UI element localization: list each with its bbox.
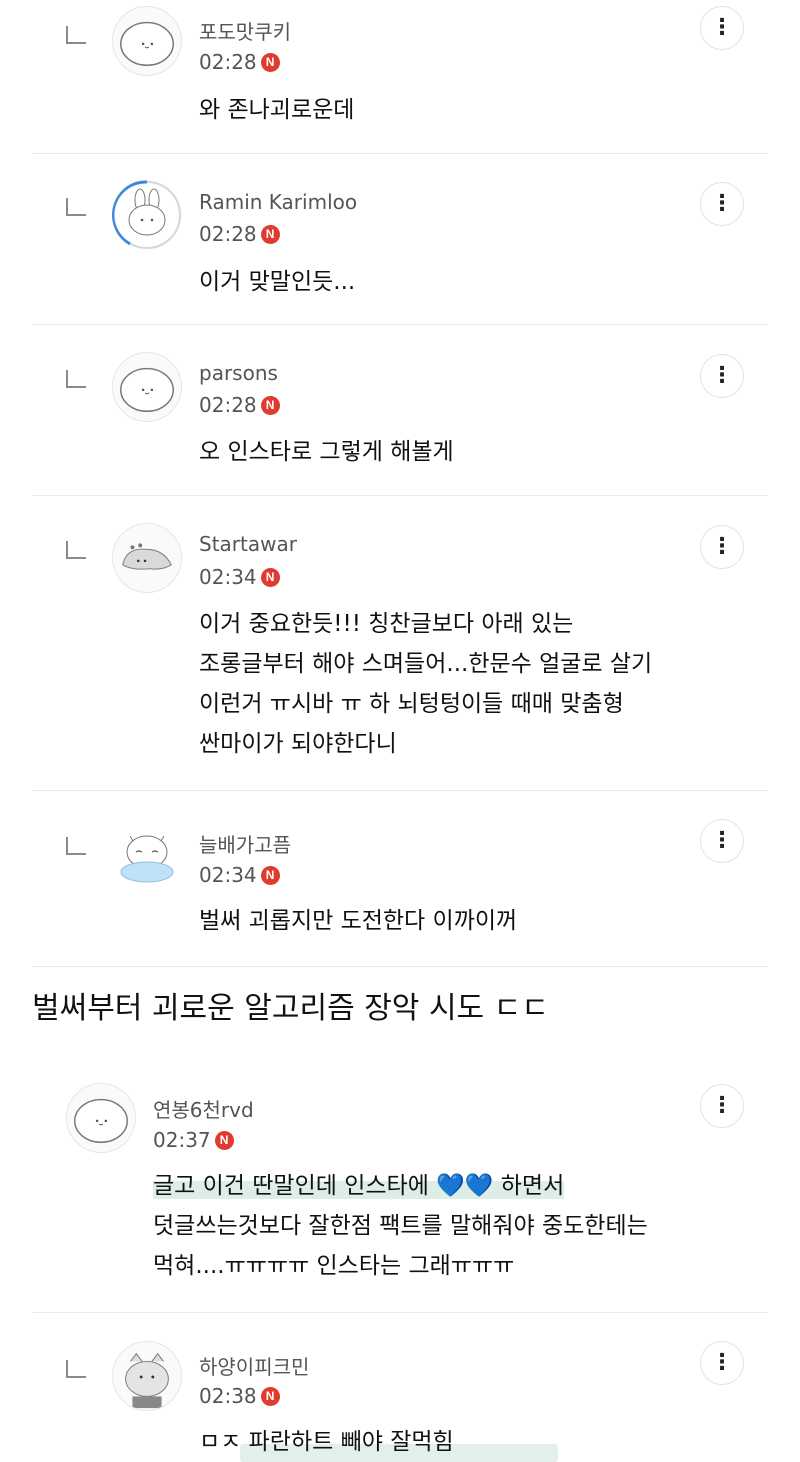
more-options-button[interactable]: ⋮	[700, 1084, 744, 1128]
more-options-button[interactable]: ⋮	[700, 525, 744, 569]
avatar-blob-icon	[74, 1098, 128, 1144]
more-options-button[interactable]: ⋮	[700, 182, 744, 226]
new-badge-icon: N	[260, 865, 280, 885]
reply-indicator-icon	[66, 26, 86, 44]
comment-author[interactable]: 하양이피크민	[199, 1351, 309, 1380]
avatar-dino-icon	[122, 543, 172, 570]
comment-body: 와 존나괴로운데	[199, 90, 354, 130]
comment-time: 02:34 N	[199, 863, 280, 887]
comment-time: 02:28 N	[199, 50, 280, 74]
avatar-cat-icon	[125, 1352, 169, 1409]
comment-line: 먹혀....ㅠㅠㅠㅠ 인스타는 그래ㅠㅠㅠ	[153, 1253, 515, 1279]
more-vert-icon: ⋮	[711, 191, 733, 216]
new-badge-icon: N	[260, 1386, 280, 1406]
divider	[32, 790, 768, 791]
new-badge-icon: N	[260, 567, 280, 587]
reply-indicator-icon	[66, 1360, 86, 1378]
comment-body: 벌써 괴롭지만 도전한다 이까이꺼	[199, 901, 517, 941]
avatar-cat-cloud-icon	[120, 835, 174, 883]
avatar-rabbit-icon	[112, 180, 181, 249]
more-vert-icon: ⋮	[711, 534, 733, 559]
comment-text: 하면서	[493, 1173, 565, 1199]
more-options-button[interactable]: ⋮	[700, 6, 744, 50]
comment-time: 02:38 N	[199, 1384, 280, 1408]
time-text: 02:28	[199, 222, 257, 246]
comment-line: 오 인스타로 그렇게 해볼게	[199, 439, 454, 465]
comment-line: 글고 이건 딴말인데 인스타에 💙💙 하면서	[153, 1166, 648, 1206]
comment-time: 02:28 N	[199, 222, 280, 246]
comment-author[interactable]: 늘배가고픔	[199, 829, 291, 858]
comment-line: 이거 맞말인듯...	[199, 269, 356, 295]
comment-line: 벌써 괴롭지만 도전한다 이까이꺼	[199, 908, 518, 934]
comment-time: 02:37 N	[153, 1128, 234, 1152]
comment-body: ㅁㅈ 파란하트 빼야 잘먹힘	[199, 1422, 454, 1462]
comment-line: 조롱글부터 해야 스며들어...한문수 얼굴로 살기	[199, 651, 653, 677]
comment-author[interactable]: 연봉6천rvd	[153, 1094, 254, 1123]
avatar[interactable]	[112, 820, 182, 890]
comment-body: 글고 이건 딴말인데 인스타에 💙💙 하면서 덧글쓰는것보다 잘한점 팩트를 말…	[153, 1166, 648, 1286]
more-options-button[interactable]: ⋮	[700, 354, 744, 398]
comment-author[interactable]: parsons	[199, 361, 278, 385]
avatar[interactable]	[112, 180, 182, 250]
avatar-blob-icon	[120, 367, 174, 413]
more-vert-icon: ⋮	[711, 828, 733, 853]
comment-body: 이거 중요한듯!!! 칭찬글보다 아래 있는 조롱글부터 해야 스며들어...한…	[199, 604, 652, 764]
blue-heart-icon: 💙💙	[436, 1173, 494, 1199]
post-caption: 벌써부터 괴로운 알고리즘 장악 시도 ㄷㄷ	[32, 991, 549, 1026]
reply-indicator-icon	[66, 370, 86, 388]
comment-line: 싼마이가 되야한다니	[199, 731, 397, 757]
time-text: 02:37	[153, 1128, 211, 1152]
comment-author[interactable]: Startawar	[199, 532, 297, 556]
avatar[interactable]	[112, 6, 182, 76]
reply-indicator-icon	[66, 198, 86, 216]
comment-line: ㅁㅈ 파란하트 빼야 잘먹힘	[199, 1429, 454, 1455]
divider	[32, 153, 768, 154]
avatar[interactable]	[112, 523, 182, 593]
divider	[32, 966, 768, 967]
time-text: 02:34	[199, 565, 257, 589]
new-badge-icon: N	[260, 224, 280, 244]
avatar-blob-icon	[120, 21, 174, 67]
new-badge-icon: N	[214, 1130, 234, 1150]
time-text: 02:28	[199, 393, 257, 417]
highlighted-text: 글고 이건 딴말인데 인스타에 💙💙 하면서	[153, 1173, 565, 1199]
more-vert-icon: ⋮	[711, 1350, 733, 1375]
comment-body: 이거 맞말인듯...	[199, 262, 355, 302]
comment-time: 02:28 N	[199, 393, 280, 417]
time-text: 02:38	[199, 1384, 257, 1408]
comment-line: 와 존나괴로운데	[199, 97, 355, 123]
more-options-button[interactable]: ⋮	[700, 819, 744, 863]
reply-indicator-icon	[66, 541, 86, 559]
comment-line: 이거 중요한듯!!! 칭찬글보다 아래 있는	[199, 611, 574, 637]
time-text: 02:28	[199, 50, 257, 74]
reply-indicator-icon	[66, 837, 86, 855]
more-vert-icon: ⋮	[711, 15, 733, 40]
comment-author[interactable]: 포도맛쿠키	[199, 16, 291, 45]
comment-line: 이런거 ㅠ시바 ㅠ 하 뇌텅텅이들 때매 맞춤형	[199, 691, 624, 717]
time-text: 02:34	[199, 863, 257, 887]
comment-time: 02:34 N	[199, 565, 280, 589]
comment-body: 오 인스타로 그렇게 해볼게	[199, 432, 454, 472]
comment-author[interactable]: Ramin Karimloo	[199, 190, 357, 214]
new-badge-icon: N	[260, 395, 280, 415]
new-badge-icon: N	[260, 52, 280, 72]
comment-line: 덧글쓰는것보다 잘한점 팩트를 말해줘야 중도한테는	[153, 1213, 648, 1239]
more-vert-icon: ⋮	[711, 1093, 733, 1118]
more-vert-icon: ⋮	[711, 363, 733, 388]
divider	[32, 324, 768, 325]
more-options-button[interactable]: ⋮	[700, 1341, 744, 1385]
avatar[interactable]	[112, 1341, 182, 1411]
divider	[32, 495, 768, 496]
avatar[interactable]	[66, 1083, 136, 1153]
divider	[32, 1312, 768, 1313]
comment-text: 글고 이건 딴말인데 인스타에	[153, 1173, 437, 1199]
avatar[interactable]	[112, 352, 182, 422]
